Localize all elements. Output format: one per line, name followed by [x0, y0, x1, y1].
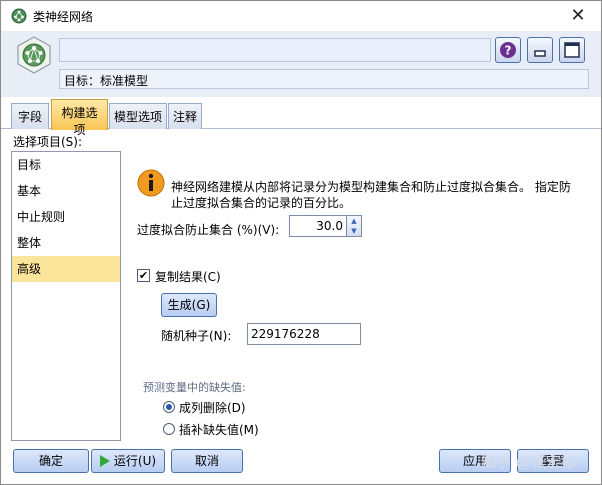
maximize-icon	[564, 42, 580, 58]
overfit-spinner[interactable]: ▲ ▼	[347, 215, 362, 237]
impute-missing-radio[interactable]	[163, 423, 175, 435]
tab-fields[interactable]: 字段	[11, 103, 49, 129]
maximize-button[interactable]	[559, 37, 585, 63]
list-item-stopping-rules[interactable]: 中止规则	[12, 204, 120, 230]
spin-up-icon[interactable]: ▲	[349, 217, 359, 226]
build-options-panel: 选择项目(S): 目标 基本 中止规则 整体 高级 神经网络建模从内部将记录分为…	[1, 129, 601, 447]
replicate-results-label: 复制结果(C)	[155, 270, 221, 284]
minimize-icon	[534, 50, 546, 57]
run-label: 运行(U)	[113, 454, 157, 468]
list-item-objectives[interactable]: 目标	[12, 152, 120, 178]
missing-values-label: 预测变量中的缺失值:	[143, 381, 246, 394]
help-button[interactable]: ?	[495, 37, 521, 63]
run-icon	[99, 455, 110, 467]
item-list[interactable]: 目标 基本 中止规则 整体 高级	[11, 151, 121, 441]
node-name-field[interactable]	[59, 38, 491, 62]
close-button[interactable]: ✕	[563, 4, 593, 28]
watermark: 知乎 @张宏彬	[481, 453, 576, 471]
listwise-deletion-radio[interactable]	[163, 401, 175, 413]
random-seed-input[interactable]: 229176228	[247, 323, 361, 345]
node-icon	[17, 36, 51, 74]
info-description: 神经网络建模从内部将记录分为模型构建集合和防止过度拟合集合。 指定防止过度拟合集…	[171, 180, 571, 210]
svg-text:?: ?	[505, 44, 512, 58]
list-item-ensembles[interactable]: 整体	[12, 230, 120, 256]
list-item-basics[interactable]: 基本	[12, 178, 120, 204]
node-header: ? 目标：标准模型	[1, 31, 601, 97]
info-icon	[137, 169, 165, 197]
tab-bar: 字段 构建选项 模型选项 注释	[1, 97, 601, 137]
cancel-button[interactable]: 取消	[171, 449, 243, 473]
impute-missing-label: 插补缺失值(M)	[179, 423, 259, 437]
minimize-button[interactable]	[527, 37, 553, 63]
title-bar: 类神经网络 ✕	[1, 1, 601, 31]
window-title: 类神经网络	[33, 10, 94, 24]
random-seed-label: 随机种子(N):	[161, 329, 232, 343]
listwise-deletion-label: 成列删除(D)	[179, 401, 246, 415]
neural-network-icon	[11, 8, 27, 24]
overfit-percent-input[interactable]: 30.0	[289, 215, 347, 237]
replicate-results-checkbox[interactable]: ✔	[137, 269, 150, 282]
dialog-window: 类神经网络 ✕ ? 目标：标准模型 字段 构建选项 模型选项 注释 选择项目(S…	[0, 0, 602, 485]
select-item-label: 选择项目(S):	[13, 135, 83, 149]
target-label: 目标：标准模型	[59, 69, 589, 89]
ok-button[interactable]: 确定	[13, 449, 89, 473]
tab-model-options[interactable]: 模型选项	[109, 103, 167, 129]
spin-down-icon[interactable]: ▼	[349, 227, 359, 236]
question-icon: ?	[500, 42, 516, 58]
generate-button[interactable]: 生成(G)	[161, 293, 217, 317]
run-button[interactable]: 运行(U)	[91, 449, 165, 473]
tab-annotations[interactable]: 注释	[168, 103, 202, 129]
list-item-advanced[interactable]: 高级	[12, 256, 120, 282]
tab-build-options[interactable]: 构建选项	[51, 99, 108, 137]
overfit-set-label: 过度拟合防止集合 (%)(V):	[137, 223, 280, 237]
